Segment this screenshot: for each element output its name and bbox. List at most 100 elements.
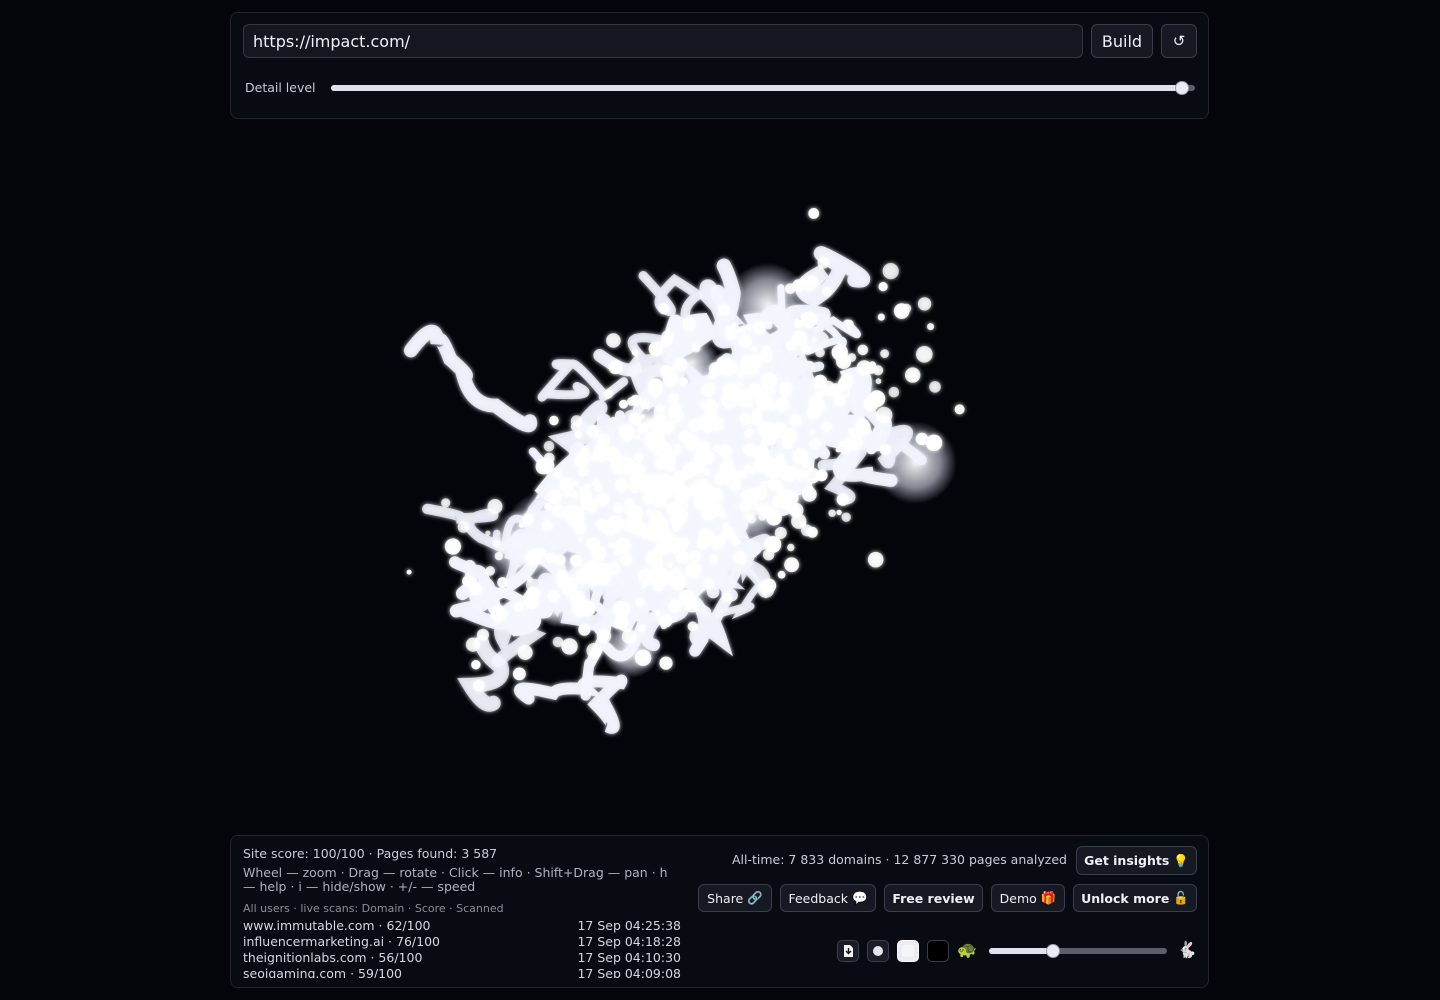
dark-theme-button[interactable] — [927, 940, 949, 962]
graph-node — [762, 345, 771, 354]
graph-node — [792, 279, 805, 292]
reset-button[interactable]: ↺ — [1161, 24, 1197, 58]
build-button[interactable]: Build — [1091, 24, 1153, 58]
graph-node — [630, 394, 642, 406]
scan-domain: theignitionlabs.com · 56/100 — [243, 950, 423, 965]
graph-node — [544, 502, 552, 510]
graph-node — [809, 438, 821, 450]
graph-node — [753, 502, 762, 512]
turtle-icon: 🐢 — [957, 940, 977, 959]
graph-node — [469, 582, 483, 596]
graph-node — [801, 345, 811, 354]
graph-node — [718, 444, 732, 458]
graph-node — [700, 449, 715, 465]
get-insights-button[interactable]: Get insights 💡 — [1076, 846, 1197, 875]
graph-node — [658, 303, 670, 315]
unlock-more-button[interactable]: Unlock more 🔓 — [1073, 884, 1197, 912]
graph-node — [777, 570, 786, 579]
graph-node — [787, 543, 795, 552]
detail-slider-fill — [331, 85, 1183, 91]
graph-node — [800, 311, 818, 329]
graph-node — [762, 382, 770, 390]
graph-node — [781, 438, 793, 449]
list-item[interactable]: www.immutable.com · 62/100 17 Sep 04:25:… — [243, 918, 681, 934]
graph-node — [556, 574, 572, 590]
detail-slider-handle[interactable] — [1175, 81, 1190, 95]
graph-node — [586, 642, 602, 659]
unlock-icon: 🔓 — [1173, 890, 1189, 905]
demo-button[interactable]: Demo 🎁 — [991, 884, 1065, 912]
graph-node — [752, 321, 767, 335]
graph-node — [822, 287, 832, 296]
graph-node — [570, 415, 583, 427]
light-theme-button[interactable] — [897, 940, 919, 962]
graph-node — [753, 485, 768, 500]
graph-node — [836, 353, 852, 369]
graph-node — [648, 383, 662, 397]
unlock-more-label: Unlock more — [1081, 890, 1170, 906]
graph-node — [554, 554, 566, 566]
graph-node — [574, 452, 590, 468]
list-item[interactable]: seoigaming.com · 59/100 17 Sep 04:09:08 — [243, 966, 681, 978]
graph-node — [559, 477, 575, 493]
graph-node — [708, 554, 719, 564]
small-dot-mode-button[interactable] — [867, 940, 889, 962]
graph-node — [573, 522, 587, 535]
graph-node — [733, 550, 746, 564]
graph-node — [578, 466, 589, 477]
graph-node — [574, 430, 583, 439]
share-button[interactable]: Share 🔗 — [698, 884, 772, 912]
graph-node — [692, 460, 701, 468]
graph-node — [744, 513, 752, 521]
graph-node — [406, 569, 412, 575]
graph-node — [704, 426, 711, 433]
graph-node — [671, 404, 682, 414]
graph-node — [608, 360, 623, 375]
graph-node — [587, 537, 600, 551]
link-icon: 🔗 — [747, 890, 763, 905]
graph-node — [670, 501, 681, 512]
graph-node — [800, 521, 806, 527]
graph-node — [857, 418, 868, 429]
graph-node — [821, 421, 832, 433]
feedback-button[interactable]: Feedback 💬 — [780, 884, 876, 912]
graph-node — [833, 383, 850, 400]
list-item[interactable]: influencermarketing.ai · 76/100 17 Sep 0… — [243, 934, 681, 950]
graph-node — [655, 569, 672, 586]
graph-node — [668, 393, 680, 405]
speed-slider-handle[interactable] — [1046, 944, 1061, 958]
live-scans-header: All users · live scans: Domain · Score ·… — [243, 902, 504, 915]
graph-node — [743, 430, 752, 439]
graph-node — [719, 469, 734, 484]
graph-node — [635, 434, 641, 441]
detail-level-label: Detail level — [245, 80, 316, 95]
graph-node — [465, 637, 481, 652]
live-scans-list[interactable]: www.immutable.com · 62/100 17 Sep 04:25:… — [243, 918, 681, 978]
download-button[interactable] — [837, 940, 859, 962]
graph-node — [664, 366, 676, 379]
graph-node — [561, 638, 578, 655]
bottom-info-panel: Site score: 100/100 · Pages found: 3 587… — [230, 835, 1209, 988]
speed-slider-fill — [989, 948, 1054, 954]
graph-node — [879, 444, 891, 456]
graph-node — [444, 538, 461, 555]
graph-node — [485, 566, 496, 576]
graph-node — [773, 499, 780, 505]
graph-node — [632, 463, 646, 477]
graph-node — [471, 660, 481, 670]
url-input[interactable] — [243, 24, 1083, 58]
graph-node — [719, 511, 727, 519]
graph-node — [485, 530, 491, 536]
graph-node — [836, 493, 850, 506]
graph-node — [916, 346, 933, 363]
graph-node — [703, 535, 714, 546]
graph-node — [740, 357, 751, 368]
graph-node — [487, 499, 503, 514]
graph-node — [673, 357, 688, 372]
graph-node — [876, 406, 893, 424]
free-review-button[interactable]: Free review — [884, 884, 983, 912]
list-item[interactable]: theignitionlabs.com · 56/100 17 Sep 04:1… — [243, 950, 681, 966]
graph-node — [646, 529, 655, 538]
graph-node — [888, 386, 900, 398]
graph-node — [669, 567, 683, 581]
